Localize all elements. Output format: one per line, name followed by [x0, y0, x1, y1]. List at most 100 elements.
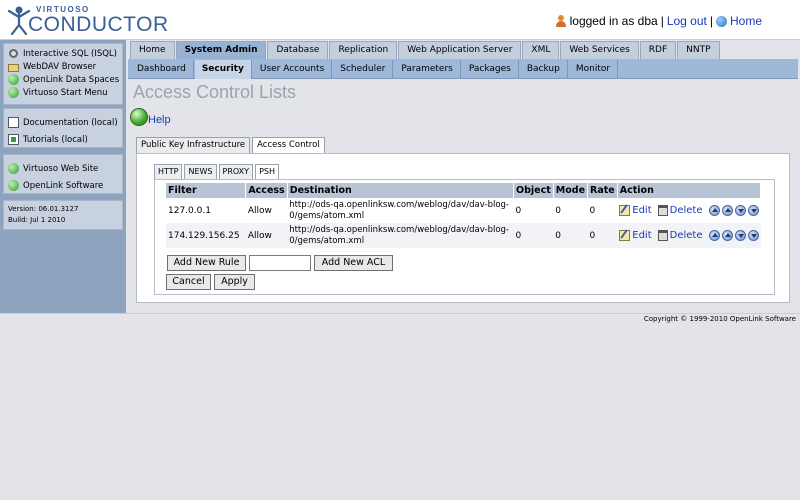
tab-dashboard[interactable]: Dashboard — [130, 60, 194, 79]
help-label[interactable]: Help — [148, 114, 171, 126]
sidebar-group-docs: Documentation (local) Tutorials (local) — [3, 108, 123, 148]
globe-icon — [8, 87, 19, 98]
move-up-icon[interactable] — [721, 230, 733, 241]
edit-icon[interactable] — [619, 205, 631, 216]
tab-backup[interactable]: Backup — [520, 60, 568, 79]
gear-icon — [8, 48, 19, 59]
trash-icon[interactable] — [657, 205, 668, 216]
tab-monitor[interactable]: Monitor — [569, 60, 619, 79]
sidebar: Interactive SQL (ISQL) WebDAV Browser Op… — [0, 40, 126, 313]
cell-mode: 0 — [553, 223, 588, 248]
acl-name-input[interactable] — [249, 255, 311, 271]
trash-icon[interactable] — [657, 230, 668, 241]
tab-news[interactable]: NEWS — [184, 164, 217, 179]
sidebar-item-isql[interactable]: Interactive SQL (ISQL) — [4, 47, 122, 60]
add-new-rule-button[interactable]: Add New Rule — [167, 255, 246, 271]
cell-access: Allow — [245, 223, 288, 248]
footer-divider — [0, 313, 800, 314]
inner-tabs: HTTP NEWS PROXY PSH — [154, 164, 279, 179]
cell-rate: 0 — [589, 205, 596, 216]
tab-public-key-infrastructure[interactable]: Public Key Infrastructure — [136, 137, 251, 153]
tab-scheduler[interactable]: Scheduler — [333, 60, 394, 79]
add-new-acl-button[interactable]: Add New ACL — [314, 255, 393, 271]
move-down-icon[interactable] — [734, 230, 746, 241]
folder-icon — [8, 63, 19, 72]
tab-security[interactable]: Security — [194, 60, 252, 79]
globe-icon — [8, 163, 19, 174]
tab-replication[interactable]: Replication — [329, 41, 398, 59]
column-header-destination: Destination — [287, 183, 515, 198]
help-link[interactable]: Help — [130, 108, 171, 126]
tab-psh[interactable]: PSH — [255, 164, 279, 179]
sidebar-item-label: OpenLink Software — [23, 180, 104, 191]
apply-button[interactable]: Apply — [214, 274, 255, 290]
cell-filter: 127.0.0.1 — [168, 205, 211, 216]
cell-actions: Edit Delete — [617, 198, 760, 223]
document-icon — [8, 117, 19, 128]
logo-text-big: CONDUCTOR — [28, 13, 169, 36]
help-icon[interactable] — [130, 108, 148, 126]
table-row: 127.0.0.1 Allow http://ods-qa.openlinksw… — [166, 198, 761, 223]
table-row: 174.129.156.25 Allow http://ods-qa.openl… — [166, 223, 761, 248]
cell-mode: 0 — [555, 205, 562, 216]
user-icon — [555, 15, 567, 27]
sidebar-item-openlink-software[interactable]: OpenLink Software — [4, 177, 122, 194]
sidebar-item-webdav[interactable]: WebDAV Browser — [4, 60, 122, 73]
tab-database[interactable]: Database — [267, 41, 329, 59]
acl-table: Filter Access Destination Object Mode Ra… — [166, 183, 762, 248]
sidebar-item-label: WebDAV Browser — [23, 61, 97, 72]
copyright-text: Copyright © 1999-2010 OpenLink Software — [643, 315, 796, 323]
edit-link[interactable]: Edit — [632, 230, 651, 241]
column-header-rate: Rate — [587, 183, 618, 198]
move-bottom-icon[interactable] — [747, 205, 759, 216]
sidebar-version-box: Version: 06.01.3127 Build: Jul 1 2010 — [3, 200, 123, 230]
sidebar-item-start-menu[interactable]: Virtuoso Start Menu — [4, 86, 122, 99]
tab-packages[interactable]: Packages — [462, 60, 519, 79]
column-header-filter: Filter — [166, 183, 247, 198]
tab-web-application-server[interactable]: Web Application Server — [398, 41, 522, 59]
move-top-icon[interactable] — [708, 230, 720, 241]
move-up-icon[interactable] — [721, 205, 733, 216]
tab-proxy[interactable]: PROXY — [218, 164, 254, 179]
globe-icon — [8, 180, 19, 191]
move-top-icon[interactable] — [708, 205, 720, 216]
logged-in-label: logged in as dba — [569, 14, 658, 28]
cancel-button[interactable]: Cancel — [166, 274, 211, 290]
sidebar-item-virtuoso-site[interactable]: Virtuoso Web Site — [4, 160, 122, 177]
separator: | — [660, 14, 664, 28]
separator: | — [709, 14, 713, 28]
globe-icon — [8, 74, 19, 85]
delete-link[interactable]: Delete — [670, 230, 703, 241]
tab-http[interactable]: HTTP — [154, 164, 183, 179]
tab-rdf[interactable]: RDF — [639, 41, 677, 59]
sidebar-item-label: OpenLink Data Spaces — [23, 74, 120, 85]
tab-xml[interactable]: XML — [522, 41, 560, 59]
home-icon[interactable] — [715, 15, 727, 27]
sidebar-item-label: Interactive SQL (ISQL) — [23, 48, 117, 59]
tab-parameters[interactable]: Parameters — [394, 60, 461, 79]
secondary-nav: Dashboard Security User Accounts Schedul… — [130, 60, 619, 79]
cell-access: Allow — [247, 205, 272, 216]
tab-home[interactable]: Home — [130, 41, 175, 59]
virtuoso-logo[interactable]: VIRTUOSO CONDUCTOR — [6, 3, 169, 37]
sidebar-item-tutorials[interactable]: Tutorials (local) — [4, 131, 122, 148]
cell-filter: 174.129.156.25 — [166, 223, 246, 248]
delete-link[interactable]: Delete — [670, 205, 703, 216]
home-link[interactable]: Home — [730, 14, 762, 28]
sidebar-item-documentation[interactable]: Documentation (local) — [4, 114, 122, 131]
logout-link[interactable]: Log out — [667, 14, 707, 28]
page-title: Access Control Lists — [133, 82, 297, 102]
sidebar-item-data-spaces[interactable]: OpenLink Data Spaces — [4, 73, 122, 86]
edit-link[interactable]: Edit — [632, 205, 651, 216]
edit-icon[interactable] — [619, 230, 631, 241]
tab-user-accounts[interactable]: User Accounts — [253, 60, 333, 79]
tab-system-admin[interactable]: System Admin — [175, 41, 267, 59]
version-label: Version: 06.01.3127 — [8, 205, 79, 213]
tab-access-control[interactable]: Access Control — [252, 137, 325, 153]
tab-web-services[interactable]: Web Services — [560, 41, 639, 59]
tab-nntp[interactable]: NNTP — [677, 41, 720, 59]
cell-destination: http://ods-qa.openlinksw.com/weblog/dav/… — [289, 199, 509, 221]
move-bottom-icon[interactable] — [747, 230, 759, 241]
cell-object: 0 — [513, 223, 554, 248]
move-down-icon[interactable] — [734, 205, 746, 216]
